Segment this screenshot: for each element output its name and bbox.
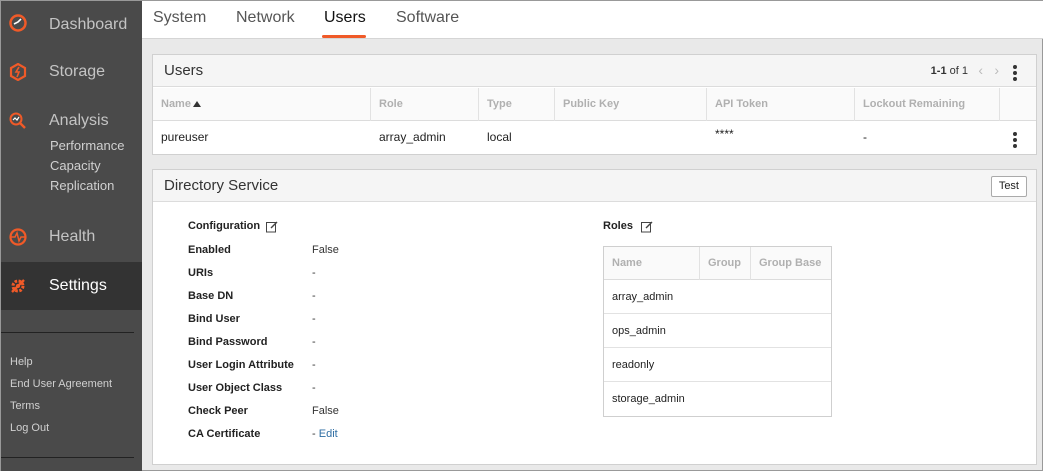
col-name-label: Name (161, 98, 191, 110)
nav-settings[interactable]: Settings (1, 262, 142, 310)
nav-sub-capacity[interactable]: Capacity (50, 158, 101, 173)
roles-table-header: Name Group Group Base (604, 247, 831, 280)
nav-health-label: Health (49, 228, 96, 245)
sidebar-divider (1, 332, 134, 333)
tab-software[interactable]: Software (396, 9, 459, 27)
tab-network[interactable]: Network (236, 9, 295, 27)
active-tab-indicator (322, 35, 366, 38)
configuration-title: Configuration (188, 220, 261, 232)
roles-table: Name Group Group Base array_admin ops_ad… (603, 246, 832, 417)
nav-storage-label: Storage (49, 63, 106, 80)
nav-dashboard[interactable]: Dashboard (1, 1, 142, 49)
config-key: URIs (188, 267, 214, 279)
cell-type: local (487, 130, 512, 144)
tab-system[interactable]: System (153, 9, 206, 27)
config-value: False (312, 405, 339, 417)
nav-sub-performance[interactable]: Performance (50, 138, 124, 153)
config-key: Enabled (188, 244, 231, 256)
directory-panel-header: Directory Service Test (153, 170, 1036, 202)
ca-cert-value: - (312, 428, 319, 440)
dashboard-icon (9, 14, 27, 32)
edit-roles-icon[interactable] (641, 221, 653, 233)
analysis-icon (9, 112, 26, 129)
users-panel-title: Users (164, 62, 204, 79)
cell-api-token: **** (715, 127, 734, 141)
nav-storage[interactable]: Storage (1, 48, 142, 96)
cell-lockout: - (863, 130, 867, 144)
config-value: False (312, 244, 339, 256)
footer-eula-link[interactable]: End User Agreement (10, 378, 112, 390)
col-api-token[interactable]: API Token (707, 88, 855, 121)
users-panel: Users 1-1 of 1 ‹ › Name Role Type Public… (152, 54, 1037, 155)
config-key: Base DN (188, 290, 234, 302)
prev-page-icon[interactable]: ‹ (978, 62, 983, 78)
settings-icon (11, 279, 25, 293)
users-table-header: Name Role Type Public Key API Token Lock… (153, 88, 1036, 121)
pager-total: of 1 (949, 65, 968, 77)
cell-name: pureuser (161, 130, 209, 144)
roles-col-group-base[interactable]: Group Base (751, 247, 831, 280)
settings-tabbar: System Network Users Software (142, 1, 1043, 39)
config-key: User Login Attribute (188, 359, 294, 371)
users-panel-menu-icon[interactable] (1013, 65, 1017, 83)
col-public-key[interactable]: Public Key (555, 88, 707, 121)
footer-logout-link[interactable]: Log Out (10, 422, 49, 434)
col-role[interactable]: Role (371, 88, 479, 121)
cell-role: array_admin (379, 130, 446, 144)
roles-col-name[interactable]: Name (604, 247, 700, 280)
config-value: - Edit (312, 428, 338, 440)
pager-range: 1-1 (930, 65, 947, 77)
health-icon (9, 228, 27, 246)
ca-cert-edit-link[interactable]: Edit (319, 428, 338, 440)
config-value: - (312, 267, 316, 279)
storage-icon (9, 63, 27, 81)
config-value: - (312, 313, 316, 325)
nav-dashboard-label: Dashboard (49, 16, 128, 33)
sidebar: Dashboard Storage Analysis Performance C… (1, 1, 142, 471)
col-type[interactable]: Type (479, 88, 555, 121)
list-item[interactable]: readonly (604, 348, 831, 382)
directory-service-panel: Directory Service Test Configuration Ena… (152, 169, 1037, 465)
footer-help-link[interactable]: Help (10, 356, 33, 368)
sidebar-divider-bottom (1, 457, 134, 458)
nav-analysis-label: Analysis (49, 112, 109, 129)
pager-text: 1-1 of 1 (931, 65, 968, 77)
edit-configuration-icon[interactable] (266, 221, 278, 233)
config-value: - (312, 290, 316, 302)
config-key: Bind User (188, 313, 240, 325)
config-key: CA Certificate (188, 428, 261, 440)
footer-terms-link[interactable]: Terms (10, 400, 40, 412)
nav-health[interactable]: Health (1, 213, 142, 261)
tab-users[interactable]: Users (324, 9, 366, 27)
table-row[interactable]: pureuser array_admin local **** - (153, 121, 1036, 154)
roles-title: Roles (603, 220, 633, 232)
config-key: Check Peer (188, 405, 248, 417)
users-panel-header: Users 1-1 of 1 ‹ › (153, 55, 1036, 87)
config-key: User Object Class (188, 382, 283, 394)
config-value: - (312, 336, 316, 348)
list-item[interactable]: ops_admin (604, 314, 831, 348)
list-item[interactable]: storage_admin (604, 382, 831, 416)
config-value: - (312, 382, 316, 394)
nav-settings-label: Settings (49, 277, 107, 294)
nav-sub-replication[interactable]: Replication (50, 178, 114, 193)
list-item[interactable]: array_admin (604, 280, 831, 314)
config-key: Bind Password (188, 336, 268, 348)
col-lockout[interactable]: Lockout Remaining (855, 88, 1000, 121)
next-page-icon[interactable]: › (994, 62, 999, 78)
test-button[interactable]: Test (990, 176, 1027, 197)
config-value: - (312, 359, 316, 371)
cell-public-key (555, 121, 563, 154)
col-name[interactable]: Name (153, 88, 371, 121)
directory-panel-title: Directory Service (164, 177, 279, 194)
sort-asc-icon (192, 101, 201, 107)
roles-col-group[interactable]: Group (700, 247, 751, 280)
row-menu-icon[interactable] (1013, 132, 1017, 150)
